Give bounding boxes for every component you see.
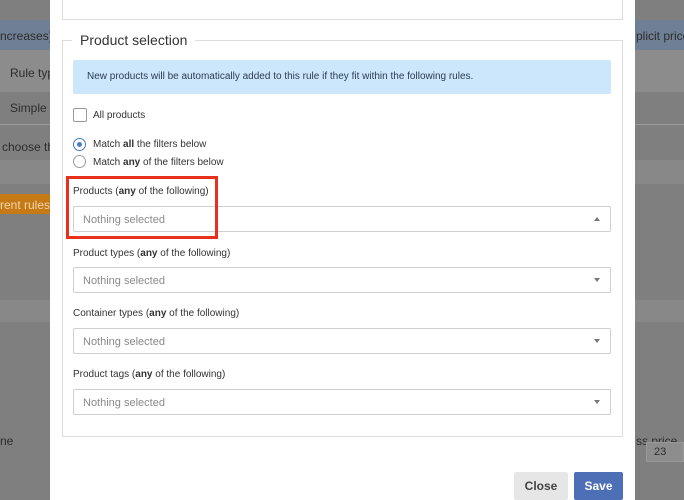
background-page-number: 23 (654, 446, 667, 458)
caret-down-icon (594, 339, 600, 343)
background-cell-simple: Simple (10, 101, 47, 115)
container-types-select[interactable]: Nothing selected (73, 328, 611, 354)
product-tags-select-placeholder: Nothing selected (83, 397, 165, 409)
product-tags-select[interactable]: Nothing selected (73, 389, 611, 415)
close-button[interactable]: Close (514, 472, 568, 500)
save-button[interactable]: Save (574, 472, 623, 500)
product-types-select-placeholder: Nothing selected (83, 275, 165, 287)
product-tags-filter-label: Product tags (any of the following) (73, 369, 226, 380)
all-products-checkbox[interactable] (73, 108, 87, 122)
match-all-radio[interactable] (73, 138, 86, 151)
annotation-highlight-box (66, 176, 218, 239)
all-products-label[interactable]: All products (93, 110, 145, 121)
background-col-ne: ne (0, 434, 14, 448)
section-title: Product selection (72, 32, 196, 48)
container-types-select-placeholder: Nothing selected (83, 336, 165, 348)
caret-up-icon (594, 217, 600, 221)
match-any-label[interactable]: Match any of the filters below (93, 157, 224, 168)
container-types-filter-label: Container types (any of the following) (73, 308, 240, 319)
caret-down-icon (594, 400, 600, 404)
background-text: plicit price' b (636, 29, 684, 43)
info-alert: New products will be automatically added… (73, 60, 611, 94)
product-types-filter-label: Product types (any of the following) (73, 248, 231, 259)
product-types-select[interactable]: Nothing selected (73, 267, 611, 293)
previous-section-box (62, 0, 623, 20)
match-all-label[interactable]: Match all the filters below (93, 139, 206, 150)
caret-down-icon (594, 278, 600, 282)
match-any-radio[interactable] (73, 155, 86, 168)
